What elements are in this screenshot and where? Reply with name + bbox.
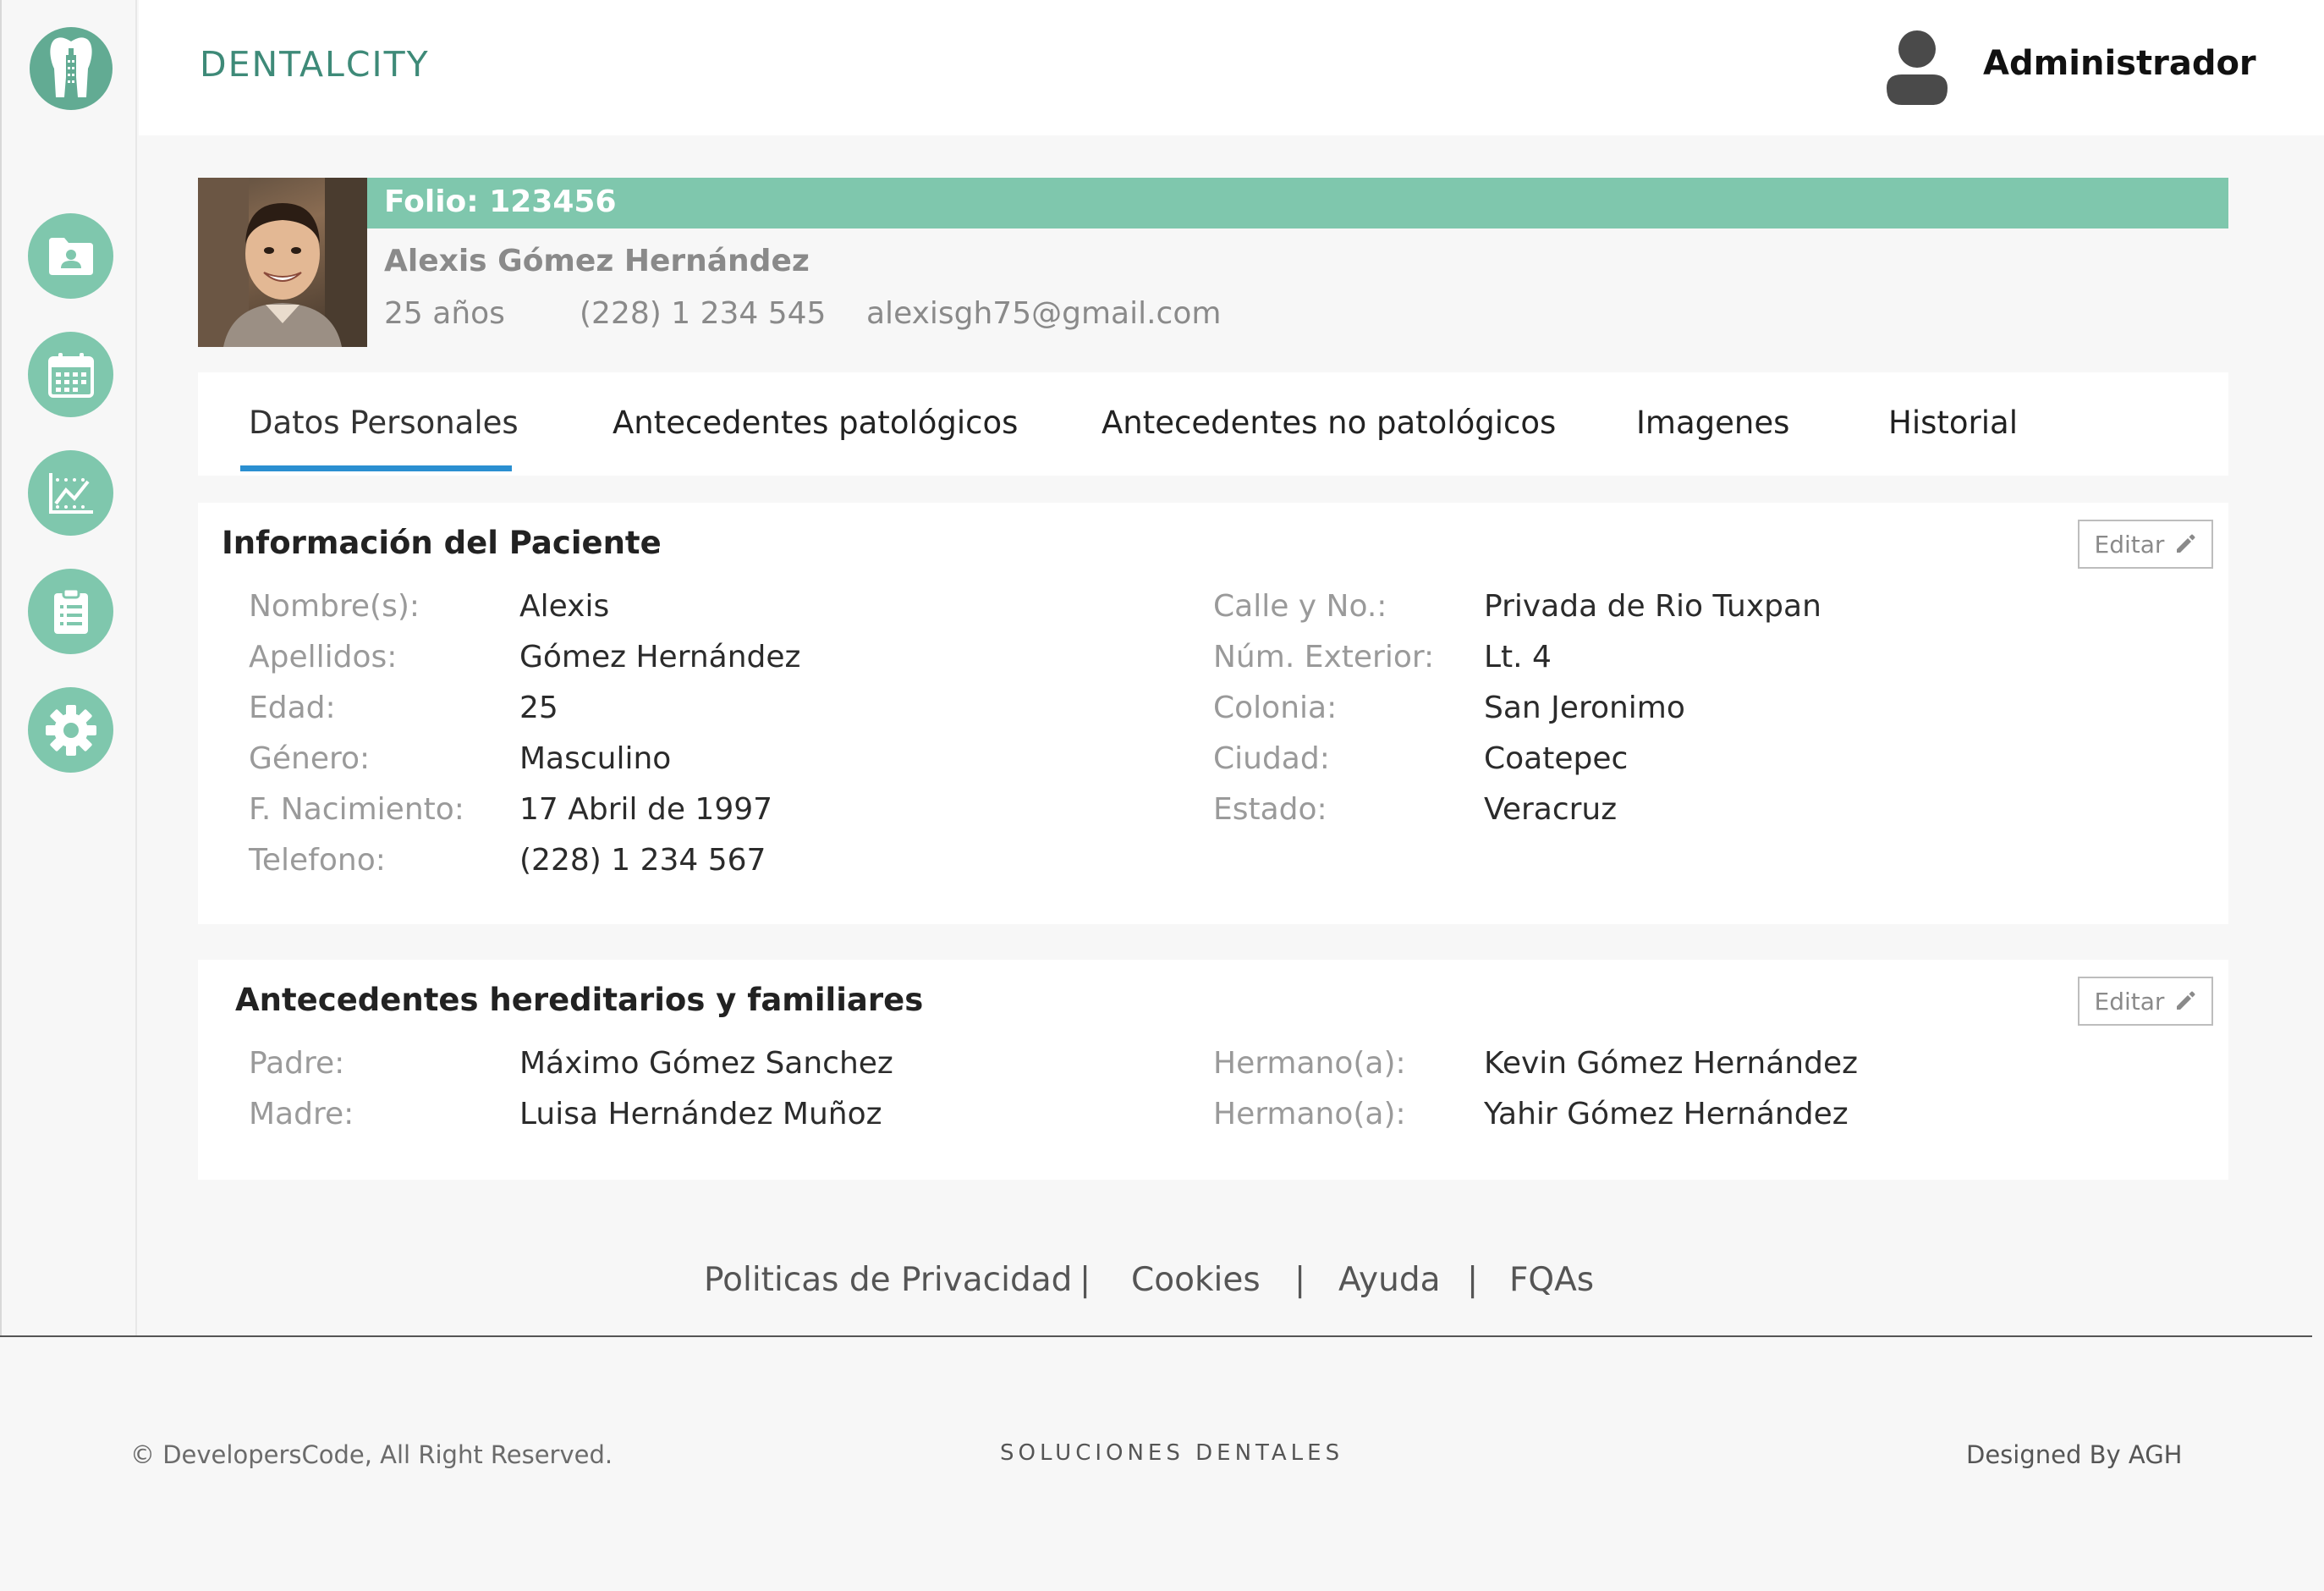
tab-imagenes[interactable]: Imagenes (1636, 405, 1789, 441)
user-icon[interactable] (1883, 29, 1951, 110)
chart-icon[interactable] (28, 450, 113, 536)
edit-label: Editar (2094, 987, 2165, 1016)
field-label: Edad: (249, 691, 336, 725)
tagline: SOLUCIONES DENTALES (1000, 1440, 1344, 1466)
tab-antecedentes-patologicos[interactable]: Antecedentes patológicos (613, 405, 1018, 441)
field-value: Gómez Hernández (519, 640, 801, 674)
top-header: DENTALCITY Administrador (139, 0, 2324, 135)
family-history-card: Antecedentes hereditarios y familiares E… (198, 960, 2228, 1180)
folio-number: Folio: 123456 (384, 184, 617, 219)
field-label: Hermano(a): (1213, 1097, 1406, 1131)
field-value: Alexis (519, 589, 610, 624)
tooth-logo-icon[interactable] (30, 27, 113, 110)
field-value: Lt. 4 (1484, 640, 1552, 674)
field-value: San Jeronimo (1484, 691, 1685, 725)
edit-button[interactable]: Editar (2078, 977, 2213, 1026)
designer-credit: Designed By AGH (1966, 1440, 2183, 1469)
field-value: 25 (519, 691, 558, 725)
field-label: Género: (249, 741, 371, 776)
field-label: Estado: (1213, 792, 1327, 827)
link-separator: | (1467, 1261, 1479, 1299)
patient-email: alexisgh75@gmail.com (866, 296, 1222, 331)
gear-icon[interactable] (28, 687, 113, 773)
pencil-icon (2177, 991, 2195, 1010)
field-label: Apellidos: (249, 640, 398, 674)
card-title: Antecedentes hereditarios y familiares (235, 982, 924, 1018)
privacy-link[interactable]: Politicas de Privacidad (704, 1261, 1072, 1299)
field-value: Veracruz (1484, 792, 1618, 827)
field-value: Masculino (519, 741, 672, 776)
field-value: Coatepec (1484, 741, 1629, 776)
clipboard-icon[interactable] (28, 569, 113, 654)
cookies-link[interactable]: Cookies (1131, 1261, 1261, 1299)
copyright-text: © DevelopersCode, All Right Reserved. (130, 1440, 613, 1469)
edit-button[interactable]: Editar (2078, 520, 2213, 569)
field-value: Máximo Gómez Sanchez (519, 1046, 893, 1081)
field-label: Madre: (249, 1097, 354, 1131)
tab-historial[interactable]: Historial (1888, 405, 2018, 441)
link-separator: | (1294, 1261, 1306, 1299)
field-value: Luisa Hernández Muñoz (519, 1097, 882, 1131)
field-label: Colonia: (1213, 691, 1338, 725)
field-label: Ciudad: (1213, 741, 1330, 776)
patient-phone: (228) 1 234 545 (580, 296, 827, 331)
tab-datos-personales[interactable]: Datos Personales (249, 405, 519, 441)
patient-name: Alexis Gómez Hernández (384, 244, 810, 278)
field-label: Padre: (249, 1046, 345, 1081)
card-title: Información del Paciente (222, 525, 662, 561)
folio-bar: Folio: 123456 (367, 178, 2228, 228)
page: DENTALCITY Administrador Folio: 123456 A… (0, 0, 2324, 1591)
brand-name: DENTALCITY (200, 44, 430, 85)
field-label: Hermano(a): (1213, 1046, 1406, 1081)
sidebar (0, 0, 137, 1335)
edit-label: Editar (2094, 530, 2165, 559)
faqs-link[interactable]: FQAs (1509, 1261, 1594, 1299)
pencil-icon (2177, 534, 2195, 553)
field-label: Telefono: (249, 843, 386, 878)
user-name[interactable]: Administrador (1983, 44, 2256, 83)
calendar-icon[interactable] (28, 332, 113, 417)
field-value: (228) 1 234 567 (519, 843, 766, 878)
link-separator: | (1080, 1261, 1091, 1299)
field-label: Núm. Exterior: (1213, 640, 1435, 674)
patient-photo (198, 178, 367, 347)
active-tab-indicator (240, 465, 512, 471)
field-label: F. Nacimiento: (249, 792, 464, 827)
field-value: Yahir Gómez Hernández (1484, 1097, 1849, 1131)
footer-divider (0, 1335, 2312, 1337)
field-label: Nombre(s): (249, 589, 420, 624)
field-value: Privada de Rio Tuxpan (1484, 589, 1821, 624)
patient-age: 25 años (384, 296, 505, 331)
help-link[interactable]: Ayuda (1338, 1261, 1441, 1299)
patient-folder-icon[interactable] (28, 213, 113, 299)
field-value: 17 Abril de 1997 (519, 792, 773, 827)
tab-antecedentes-no-patologicos[interactable]: Antecedentes no patológicos (1102, 405, 1556, 441)
field-label: Calle y No.: (1213, 589, 1387, 624)
tab-bar: Datos Personales Antecedentes patológico… (198, 372, 2228, 476)
patient-info-card: Información del Paciente Editar Nombre(s… (198, 503, 2228, 924)
field-value: Kevin Gómez Hernández (1484, 1046, 1858, 1081)
